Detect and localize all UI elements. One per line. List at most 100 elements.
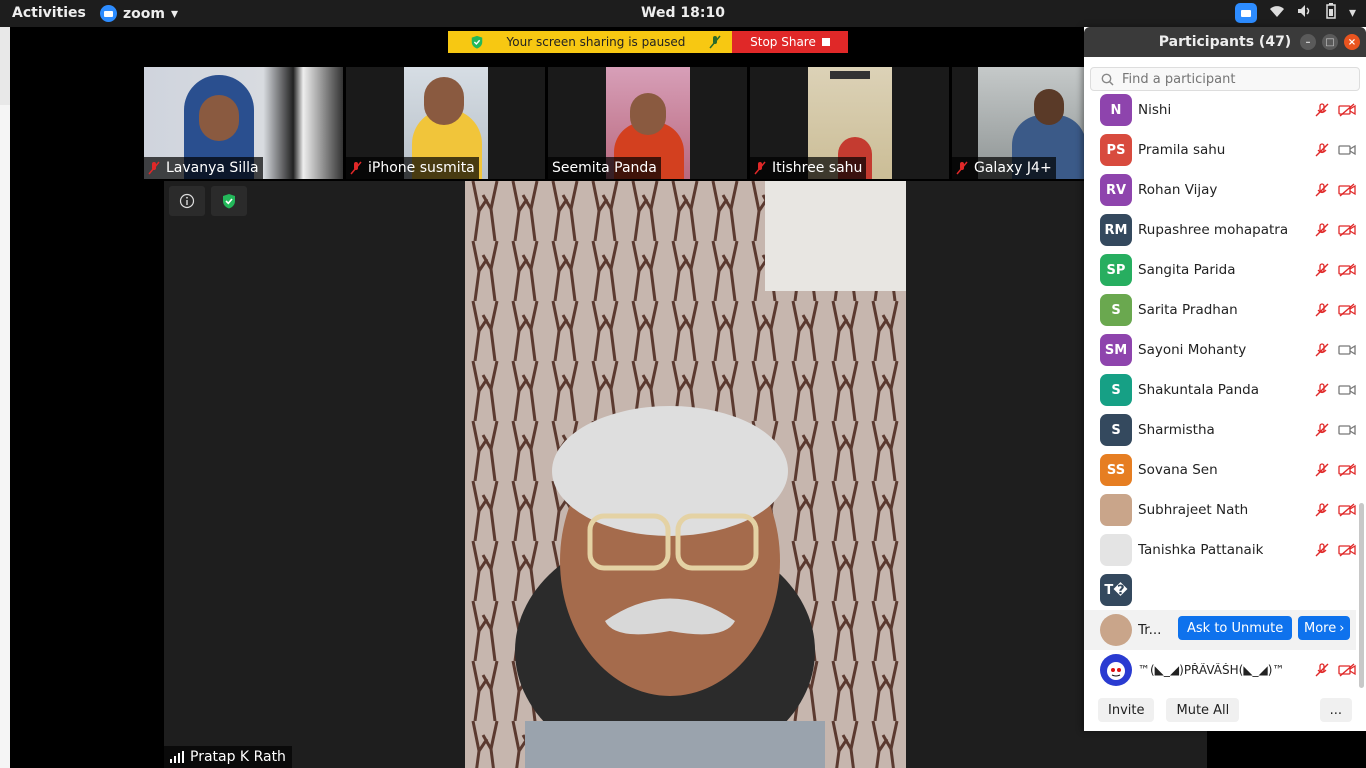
encryption-shield-icon[interactable] bbox=[211, 186, 247, 216]
participant-row[interactable]: SP Sangita Parida bbox=[1084, 250, 1356, 290]
video-on-icon bbox=[1338, 142, 1356, 158]
participant-row[interactable]: ™(◣_◢)PŘÃVÂŠH(◣_◢)™ bbox=[1084, 650, 1356, 690]
muted-mic-icon bbox=[1314, 302, 1330, 318]
participant-row[interactable]: N Nishi bbox=[1084, 90, 1356, 130]
tile-name: iPhone susmita bbox=[368, 160, 475, 176]
participant-row[interactable]: S Sarita Pradhan bbox=[1084, 290, 1356, 330]
participant-search-input[interactable] bbox=[1122, 71, 1342, 87]
participant-row[interactable]: RV Rohan Vijay bbox=[1084, 170, 1356, 210]
participant-name: ™(◣_◢)PŘÃVÂŠH(◣_◢)™ bbox=[1138, 663, 1285, 677]
muted-mic-icon bbox=[1314, 502, 1330, 518]
video-tile[interactable]: Lavanya Silla bbox=[144, 67, 343, 179]
avatar bbox=[1100, 654, 1132, 686]
tile-name: Lavanya Silla bbox=[166, 160, 259, 176]
minimize-icon[interactable]: – bbox=[1300, 34, 1316, 50]
window-controls: – □ × bbox=[1300, 34, 1360, 50]
muted-mic-icon bbox=[148, 161, 160, 175]
clock[interactable]: Wed 18:10 bbox=[0, 5, 1366, 21]
avatar: RM bbox=[1100, 214, 1132, 246]
participant-row[interactable]: T� bbox=[1084, 570, 1356, 610]
stop-share-button[interactable]: Stop Share bbox=[732, 31, 848, 53]
participant-row[interactable]: Subhrajeet Nath bbox=[1084, 490, 1356, 530]
muted-mic-icon bbox=[1314, 182, 1330, 198]
participant-name: Sarita Pradhan bbox=[1138, 302, 1238, 318]
active-speaker-video[interactable] bbox=[465, 181, 906, 768]
wifi-icon[interactable] bbox=[1269, 4, 1285, 22]
video-off-icon bbox=[1338, 502, 1356, 518]
battery-icon[interactable] bbox=[1325, 3, 1337, 23]
participant-status-icons bbox=[1314, 462, 1356, 478]
avatar: T� bbox=[1100, 574, 1132, 606]
active-speaker-pane: Pratap K Rath bbox=[164, 181, 1207, 768]
participant-status-icons bbox=[1314, 422, 1356, 438]
participant-name: Rohan Vijay bbox=[1138, 182, 1218, 198]
participant-row[interactable]: S Shakuntala Panda bbox=[1084, 370, 1356, 410]
participant-name: Sovana Sen bbox=[1138, 462, 1218, 478]
muted-mic-icon bbox=[1314, 542, 1330, 558]
participant-status-icons bbox=[1314, 662, 1356, 678]
muted-mic-icon bbox=[1314, 422, 1330, 438]
avatar: S bbox=[1100, 294, 1132, 326]
zoom-tray-icon[interactable] bbox=[1234, 3, 1257, 23]
participant-more-button[interactable]: More › bbox=[1298, 616, 1351, 640]
participant-status-icons bbox=[1314, 302, 1356, 318]
muted-mic-icon bbox=[1314, 262, 1330, 278]
close-icon[interactable]: × bbox=[1344, 34, 1360, 50]
muted-mic-icon bbox=[350, 161, 362, 175]
video-on-icon bbox=[1338, 422, 1356, 438]
meeting-window: Lavanya Silla iPhone susmita Seemita Pan… bbox=[10, 57, 1207, 768]
video-off-icon bbox=[1338, 302, 1356, 318]
video-off-icon bbox=[1338, 662, 1356, 678]
tile-name: Itishree sahu bbox=[772, 160, 863, 176]
participant-row[interactable]: SM Sayoni Mohanty bbox=[1084, 330, 1356, 370]
participant-row[interactable]: SS Sovana Sen bbox=[1084, 450, 1356, 490]
speaker-name: Pratap K Rath bbox=[190, 749, 286, 765]
power-menu-icon[interactable]: ▾ bbox=[1349, 5, 1356, 21]
video-tile[interactable]: iPhone susmita bbox=[346, 67, 545, 179]
participant-list-scrollbar[interactable] bbox=[1359, 503, 1364, 688]
participant-status-icons bbox=[1314, 542, 1356, 558]
tile-name: Seemita Panda bbox=[552, 160, 657, 176]
system-top-bar: Activities zoom ▾ Wed 18:10 ▾ bbox=[0, 0, 1366, 27]
participants-panel: Participants (47) – □ × N Nishi PS Pramila … bbox=[1084, 27, 1366, 731]
muted-mic-icon bbox=[754, 161, 766, 175]
share-paused-indicator: Your screen sharing is paused bbox=[448, 31, 732, 53]
muted-mic-icon bbox=[1314, 382, 1330, 398]
participant-row-hovered[interactable]: Tr... Ask to Unmute More › bbox=[1084, 610, 1356, 650]
more-label: More bbox=[1304, 620, 1337, 636]
participant-row[interactable]: Tanishka Pattanaik bbox=[1084, 530, 1356, 570]
tile-name: Galaxy J4+ bbox=[974, 160, 1052, 176]
muted-mic-icon bbox=[956, 161, 968, 175]
more-options-button[interactable]: ... bbox=[1319, 698, 1352, 722]
video-tile[interactable]: Galaxy J4+ bbox=[952, 67, 1095, 179]
info-icon[interactable] bbox=[169, 186, 205, 216]
participant-name: Pramila sahu bbox=[1138, 142, 1226, 158]
participant-name: Rupashree mohapatra bbox=[1138, 222, 1289, 238]
video-off-icon bbox=[1338, 542, 1356, 558]
invite-button[interactable]: Invite bbox=[1098, 698, 1155, 722]
mute-all-button[interactable]: Mute All bbox=[1166, 698, 1240, 722]
video-tile[interactable]: Itishree sahu bbox=[750, 67, 949, 179]
participant-name: Sayoni Mohanty bbox=[1138, 342, 1247, 358]
participant-list: N Nishi PS Pramila sahu RV Rohan Vijay RM Rupas… bbox=[1084, 90, 1356, 690]
video-off-icon bbox=[1338, 222, 1356, 238]
video-tile[interactable]: Seemita Panda bbox=[548, 67, 747, 179]
participant-name: Sharmistha bbox=[1138, 422, 1215, 438]
participant-status-icons bbox=[1314, 142, 1356, 158]
volume-icon[interactable] bbox=[1297, 4, 1313, 22]
muted-mic-icon bbox=[1314, 222, 1330, 238]
ask-to-unmute-button[interactable]: Ask to Unmute bbox=[1178, 616, 1293, 640]
maximize-icon[interactable]: □ bbox=[1322, 34, 1338, 50]
participants-title-bar[interactable]: Participants (47) – □ × bbox=[1084, 27, 1366, 57]
video-off-icon bbox=[1338, 262, 1356, 278]
avatar bbox=[1100, 534, 1132, 566]
participant-row[interactable]: S Sharmistha bbox=[1084, 410, 1356, 450]
participant-row[interactable]: PS Pramila sahu bbox=[1084, 130, 1356, 170]
video-on-icon bbox=[1338, 342, 1356, 358]
avatar: SM bbox=[1100, 334, 1132, 366]
search-icon bbox=[1101, 73, 1114, 86]
participant-name: Nishi bbox=[1138, 102, 1172, 118]
participant-row[interactable]: RM Rupashree mohapatra bbox=[1084, 210, 1356, 250]
meeting-info-icons bbox=[169, 186, 247, 216]
tile-name-bar: iPhone susmita bbox=[346, 157, 479, 179]
